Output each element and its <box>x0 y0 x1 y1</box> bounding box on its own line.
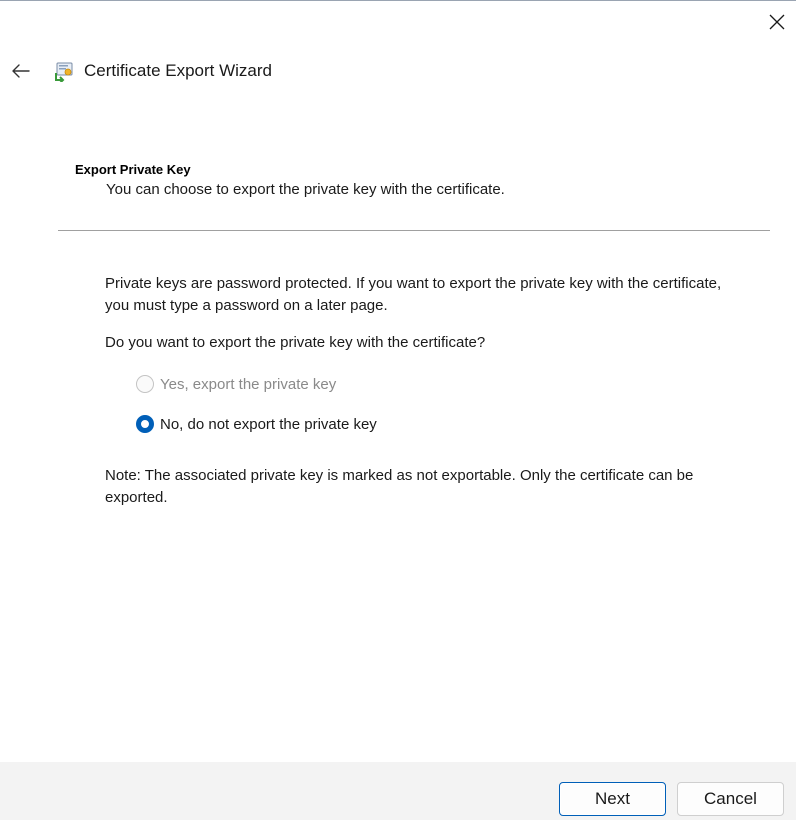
close-icon <box>769 14 785 30</box>
wizard-footer: Next Cancel <box>0 762 796 820</box>
certificate-icon <box>52 59 76 83</box>
radio-no-label: No, do not export the private key <box>160 415 377 433</box>
wizard-title: Certificate Export Wizard <box>84 61 272 80</box>
radio-no-export[interactable]: No, do not export the private key <box>136 415 377 433</box>
radio-unchecked-icon <box>136 375 154 393</box>
section-subheading: You can choose to export the private key… <box>106 181 505 198</box>
password-info-text: Private keys are password protected. If … <box>105 275 722 314</box>
close-button[interactable] <box>764 9 790 35</box>
cancel-button[interactable]: Cancel <box>677 782 784 816</box>
wizard-header: Certificate Export Wizard <box>10 57 272 85</box>
radio-yes-export[interactable]: Yes, export the private key <box>136 375 336 393</box>
note-text: Note: The associated private key is mark… <box>105 467 694 506</box>
next-button[interactable]: Next <box>559 782 666 816</box>
radio-yes-label: Yes, export the private key <box>160 375 337 393</box>
radio-checked-icon <box>136 415 154 433</box>
wizard-window: Certificate Export Wizard Export Private… <box>0 0 796 820</box>
header-divider <box>58 230 770 231</box>
back-arrow-icon <box>12 64 30 78</box>
back-button[interactable] <box>10 60 32 82</box>
export-question: Do you want to export the private key wi… <box>105 334 486 351</box>
section-heading: Export Private Key <box>75 162 191 177</box>
